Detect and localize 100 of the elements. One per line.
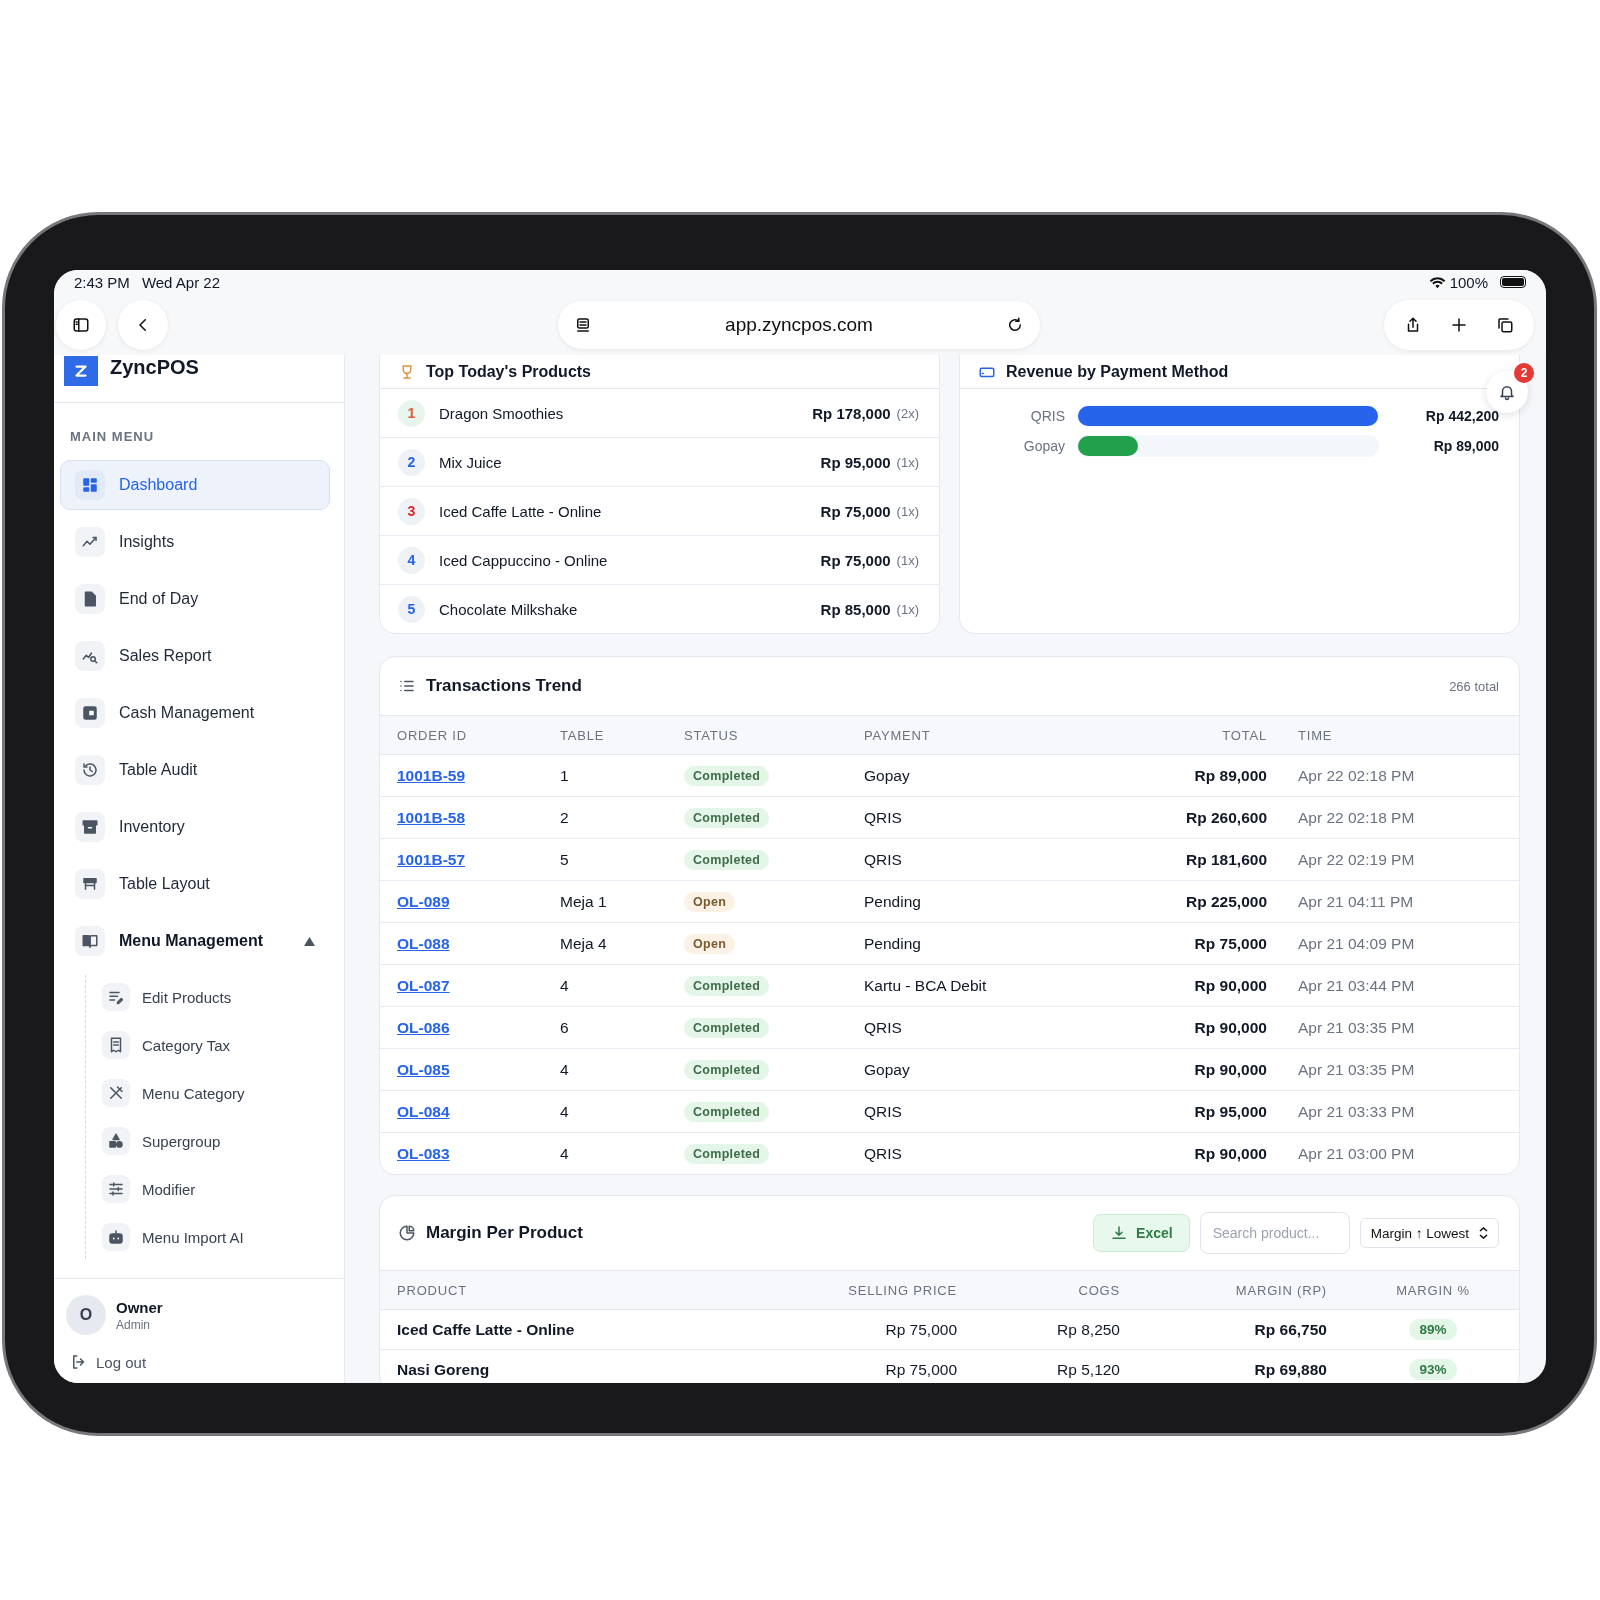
rank-badge: 4 [398, 546, 425, 574]
trend-icon [75, 527, 105, 557]
reader-icon[interactable] [574, 315, 592, 334]
grid-icon [75, 470, 105, 500]
table-cell-text: QRIS [864, 1144, 903, 1163]
order-link[interactable]: OL-085 [397, 1060, 450, 1079]
table-cell-text: Pending [864, 892, 922, 911]
logout-button[interactable]: Log out [66, 1353, 332, 1371]
table-cell-text: 4 [560, 976, 570, 995]
table-cell-text: QRIS [864, 808, 903, 827]
card-title: Top Today's Products [426, 362, 591, 381]
table-cell-text: Apr 21 03:35 PM [1298, 1018, 1416, 1037]
order-link[interactable]: OL-089 [397, 892, 450, 911]
sidebar-item[interactable]: Inventory [60, 802, 330, 852]
margin-badge: 93% [1409, 1359, 1457, 1380]
product-amount: Rp 75,000 [820, 551, 891, 569]
shapes-icon [102, 1127, 130, 1155]
table-cell-text: Meja 4 [560, 934, 608, 953]
order-link[interactable]: 1001B-57 [397, 850, 466, 869]
sidebar-item[interactable]: Dashboard [60, 460, 330, 510]
column-header: PAYMENT [864, 727, 932, 743]
table-cell-text: Rp 66,750 [1253, 1320, 1327, 1339]
pie-icon [398, 1224, 416, 1242]
order-link[interactable]: OL-083 [397, 1144, 450, 1163]
product-amount: Rp 95,000 [820, 453, 891, 471]
avatar: O [66, 1295, 106, 1335]
submenu-item[interactable]: Supergroup [102, 1119, 330, 1163]
sidebar-item[interactable]: End of Day [60, 574, 330, 624]
table-cell-text: Apr 21 04:11 PM [1298, 892, 1415, 911]
product-quantity: (1x) [896, 454, 919, 470]
submenu-item[interactable]: Edit Products [102, 975, 330, 1019]
submenu-item[interactable]: Menu Category [102, 1071, 330, 1115]
archive-icon [75, 812, 105, 842]
sidebar-item[interactable]: Sales Report [60, 631, 330, 681]
table-cell-text: Rp 75,000 [1193, 934, 1267, 953]
order-link[interactable]: OL-088 [397, 934, 450, 953]
rank-badge: 2 [398, 448, 425, 476]
table-cell-text: Rp 69,880 [1253, 1360, 1327, 1379]
table-cell-text: Rp 90,000 [1193, 976, 1267, 995]
column-header: ORDER ID [397, 727, 468, 743]
status-badge: Completed [684, 975, 770, 996]
table-cell-text: Nasi Goreng [397, 1360, 491, 1379]
payment-method: QRIS [1029, 408, 1065, 424]
table-cell-text: QRIS [864, 850, 903, 869]
receipt-icon [102, 1031, 130, 1059]
reload-icon[interactable] [1006, 315, 1024, 334]
status-date: Wed Apr 22 [141, 273, 220, 291]
sidebar-item[interactable]: Table Layout [60, 859, 330, 909]
column-header: TIME [1298, 727, 1334, 743]
card-title: Revenue by Payment Method [1006, 362, 1229, 381]
table-cell-text: QRIS [864, 1102, 903, 1121]
table-cell-text: QRIS [864, 1018, 903, 1037]
robot-icon [102, 1223, 130, 1251]
table-cell-text: Pending [864, 934, 922, 953]
order-link[interactable]: OL-087 [397, 976, 450, 995]
product-name: Iced Caffe Latte - Online [439, 502, 603, 520]
table-cell-text: 5 [560, 850, 570, 869]
sidebar-item[interactable]: Insights [60, 517, 330, 567]
submenu-item[interactable]: Modifier [102, 1167, 330, 1211]
order-link[interactable]: 1001B-59 [397, 766, 466, 785]
table-cell-text: Rp 260,600 [1185, 808, 1267, 827]
battery-percent: 100% [1449, 273, 1488, 291]
order-link[interactable]: OL-086 [397, 1018, 450, 1037]
submenu-item[interactable]: Category Tax [102, 1023, 330, 1067]
table-cell-text: Rp 95,000 [1193, 1102, 1267, 1121]
sort-dropdown[interactable]: Margin ↑ Lowest [1359, 1218, 1499, 1248]
table-cell-text: 4 [560, 1102, 570, 1121]
order-link[interactable]: 1001B-58 [397, 808, 466, 827]
table-cell-text: 4 [560, 1060, 570, 1079]
sidebar-group[interactable]: Menu Management [60, 916, 330, 966]
card-title: Margin Per Product [426, 1223, 583, 1243]
column-header: MARGIN % [1395, 1282, 1471, 1298]
table-cell-text: Apr 21 03:35 PM [1298, 1060, 1416, 1079]
table-cell-text: Rp 90,000 [1193, 1018, 1267, 1037]
revenue-amount: Rp 442,200 [1424, 408, 1499, 424]
sidebar-toggle-icon[interactable] [56, 299, 106, 350]
submenu-item[interactable]: Menu Import AI [102, 1215, 330, 1259]
column-header: MARGIN (RP) [1234, 1282, 1327, 1298]
status-badge: Completed [684, 1143, 770, 1164]
table-cell-text: Rp 75,000 [884, 1320, 957, 1339]
list-edit-icon [102, 983, 130, 1011]
wifi-icon [1428, 275, 1446, 289]
table-cell-text: Rp 5,120 [1056, 1360, 1120, 1379]
sidebar-item[interactable]: Cash Management [60, 688, 330, 738]
table-cell-text: Rp 181,600 [1185, 850, 1267, 869]
table-cell-text: 2 [560, 808, 570, 827]
margin-badge: 89% [1409, 1319, 1457, 1340]
table-cell-text: Apr 22 02:18 PM [1298, 808, 1416, 827]
chart-search-icon [75, 641, 105, 671]
address-bar[interactable]: app.zyncpos.com [558, 300, 1040, 349]
table-cell-text: Rp 8,250 [1056, 1320, 1120, 1339]
export-button[interactable]: Excel [1093, 1214, 1190, 1252]
rank-badge: 5 [398, 595, 425, 623]
history-icon [75, 755, 105, 785]
product-amount: Rp 75,000 [820, 502, 891, 520]
sidebar-item[interactable]: Table Audit [60, 745, 330, 795]
search-field[interactable]: Search product... [1199, 1212, 1350, 1254]
order-link[interactable]: OL-084 [397, 1102, 450, 1121]
section-label: MAIN MENU [69, 428, 156, 444]
column-header: TOTAL [1221, 727, 1267, 743]
